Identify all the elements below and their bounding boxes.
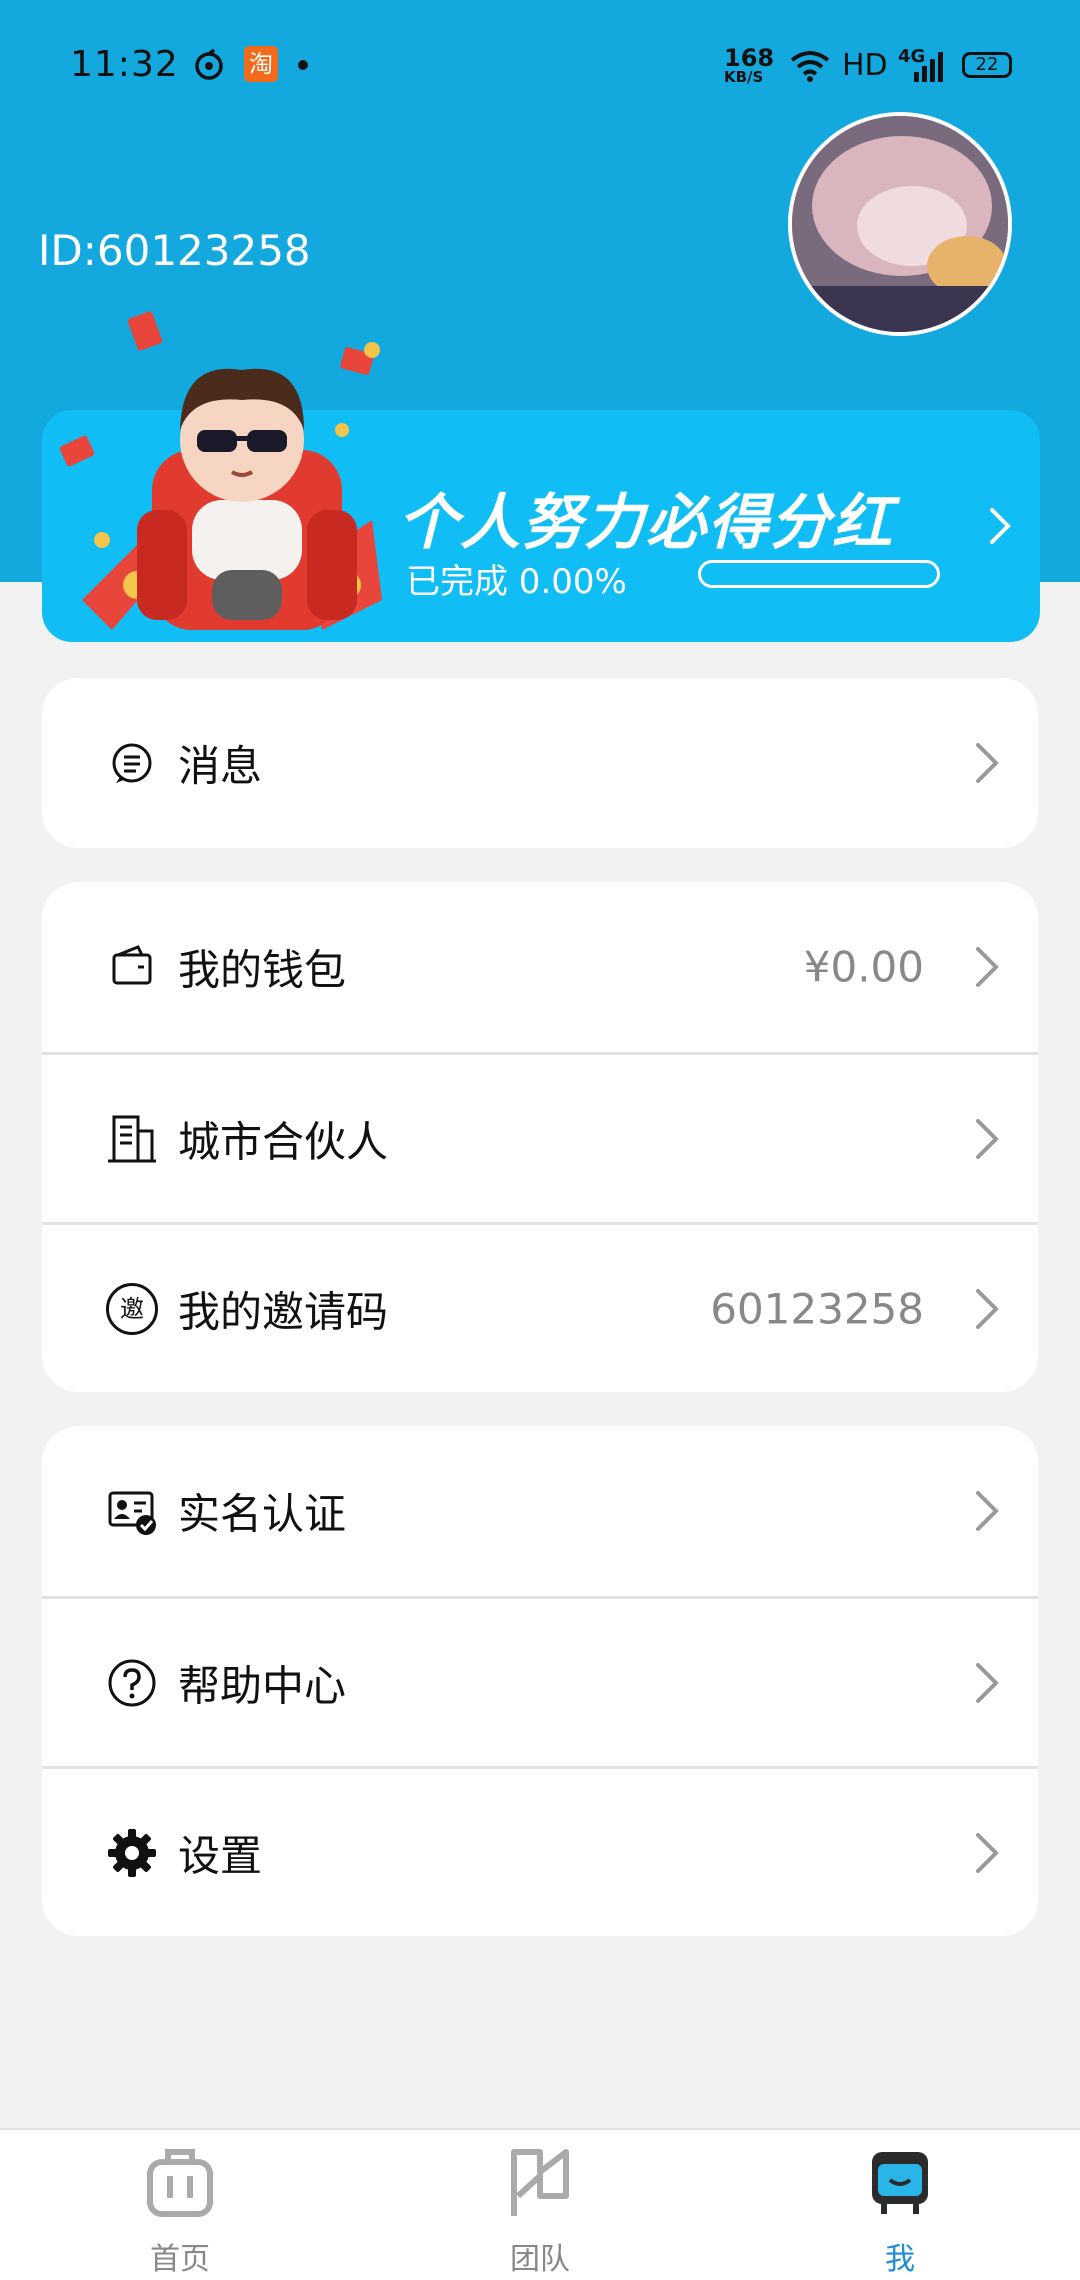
profile-icon [872, 2152, 928, 2214]
menu-item-label: 设置 [178, 1831, 263, 1880]
tab-me[interactable]: 我 [720, 2130, 1080, 2280]
menu-item-help[interactable]: 帮助中心 [42, 1596, 1038, 1766]
avatar[interactable] [788, 112, 1012, 336]
menu-item-label: 实名认证 [178, 1489, 347, 1539]
notification-dot-icon [298, 60, 308, 70]
net-speed-unit: KB/S [724, 68, 764, 86]
signal-icon [914, 52, 943, 82]
flag-icon [511, 2149, 569, 2216]
wallet-icon [112, 945, 152, 985]
gear-icon [108, 1828, 156, 1877]
bottom-tab-bar: 首页 团队 我 [0, 2128, 1080, 2280]
menu-item-verification[interactable]: 实名认证 [42, 1426, 1038, 1596]
settings-card: 实名认证 帮助中心 设置 [42, 1426, 1038, 1936]
hd-label: HD [842, 48, 888, 83]
banner-title: 个人努力必得分红 [398, 488, 894, 558]
building-icon [108, 1115, 156, 1162]
chevron-right-icon [976, 947, 999, 987]
menu-item-label: 城市合伙人 [178, 1117, 389, 1166]
taobao-icon: 淘 [244, 46, 278, 82]
menu-item-label: 消息 [178, 741, 263, 791]
chevron-right-icon [976, 743, 999, 783]
account-card: 我的钱包 ¥0.00 城市合伙人 邀 我的邀请码 60123258 [42, 882, 1038, 1392]
status-time: 11:32 [70, 44, 179, 85]
status-bar: 11:32 淘 168 KB/S HD 4G 22 [0, 0, 1080, 130]
chevron-right-icon [976, 1491, 999, 1531]
tab-team[interactable]: 团队 [360, 2130, 720, 2280]
netease-music-icon [195, 48, 223, 80]
chevron-right-icon [990, 508, 1011, 544]
menu-item-message[interactable]: 消息 [42, 678, 1038, 848]
banner-progress-bar [698, 560, 940, 588]
message-card: 消息 [42, 678, 1038, 848]
tab-label: 我 [885, 2242, 915, 2277]
chevron-right-icon [976, 1118, 999, 1159]
help-icon [108, 1659, 156, 1706]
menu-item-label: 我的邀请码 [178, 1287, 389, 1336]
dividend-banner[interactable]: 个人努力必得分红 已完成 0.00% [42, 311, 1040, 642]
menu-item-settings[interactable]: 设置 [42, 1766, 1038, 1936]
wifi-icon [790, 51, 830, 82]
banner-progress-text: 已完成 0.00% [406, 562, 627, 602]
menu-item-city-partner[interactable]: 城市合伙人 [42, 1052, 1038, 1222]
menu-item-invite-code[interactable]: 邀 我的邀请码 60123258 [42, 1222, 1038, 1392]
invite-code-value: 60123258 [710, 1284, 924, 1333]
invite-icon: 邀 [106, 1282, 158, 1335]
avatar-image [792, 116, 1008, 332]
user-id: ID:60123258 [38, 226, 311, 275]
tab-home[interactable]: 首页 [0, 2130, 360, 2280]
battery-icon: 22 [962, 52, 1012, 78]
chevron-right-icon [976, 1832, 999, 1873]
chevron-right-icon [976, 1288, 999, 1329]
tab-label: 首页 [150, 2242, 210, 2277]
message-icon [112, 743, 152, 783]
menu-item-label: 帮助中心 [178, 1661, 347, 1710]
home-bag-icon [147, 2149, 213, 2217]
tab-label: 团队 [510, 2242, 570, 2277]
id-card-icon [108, 1491, 156, 1535]
menu-item-label: 我的钱包 [178, 945, 347, 995]
mascot-illustration [59, 311, 382, 630]
wallet-balance: ¥0.00 [803, 942, 924, 992]
menu-item-wallet[interactable]: 我的钱包 ¥0.00 [42, 882, 1038, 1052]
chevron-right-icon [976, 1662, 999, 1703]
